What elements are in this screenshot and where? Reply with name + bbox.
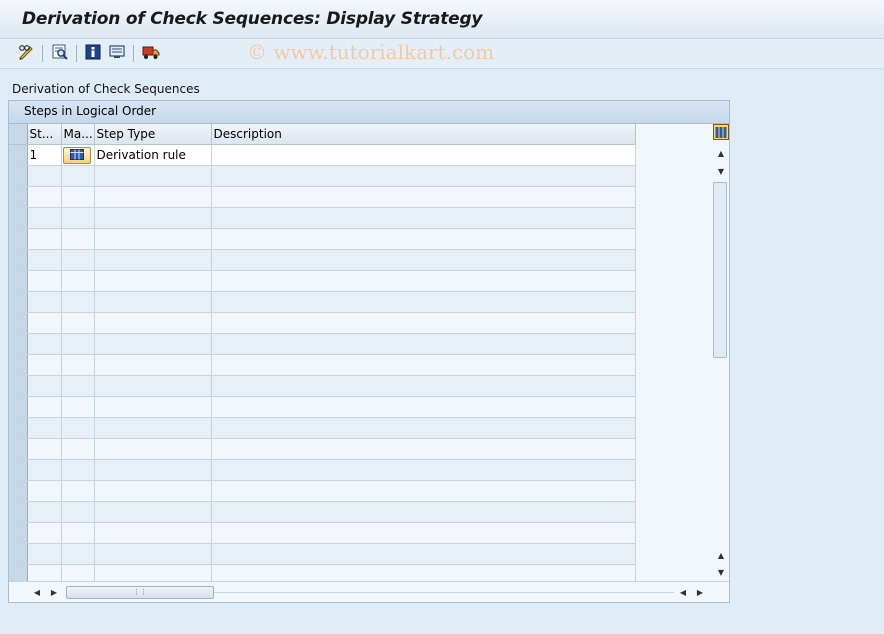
row-selector[interactable] [9,186,28,208]
column-header-maintain[interactable]: Ma... [61,124,95,145]
scroll-up-button[interactable]: ▲ [713,146,729,160]
row-selector[interactable] [9,396,28,418]
row-selector[interactable] [9,249,28,271]
row-selector[interactable] [9,312,28,334]
arrow-up-icon: ▲ [717,550,725,560]
arrow-right-icon: ▶ [696,587,704,597]
table-row[interactable] [9,186,636,208]
row-selector[interactable] [9,207,28,229]
toolbar-separator [76,45,77,62]
table-row[interactable] [9,270,636,292]
table-row[interactable] [9,165,636,187]
table-row[interactable] [9,438,636,460]
row-selector[interactable] [9,501,28,523]
arrow-left-icon: ◀ [679,587,687,597]
transport-button[interactable] [141,43,161,63]
cell-maintain [61,144,95,166]
row-selector[interactable] [9,417,28,439]
title-bar: Derivation of Check Sequences: Display S… [0,0,884,39]
vertical-scroll-thumb[interactable] [713,182,727,358]
table-row[interactable] [9,207,636,229]
info-button[interactable] [83,43,103,63]
display-screen-icon [108,43,126,64]
table-row[interactable] [9,522,636,544]
table-row[interactable] [9,333,636,355]
table-row[interactable] [9,501,636,523]
arrow-left-icon: ◀ [33,587,41,597]
scroll-page-up-button[interactable]: ▲ [713,548,729,562]
table-grid-icon [69,148,84,163]
panel-title-bar: Steps in Logical Order [9,101,729,124]
table-row[interactable] [9,459,636,481]
cell-step-type[interactable]: Derivation rule [94,144,212,166]
row-selector[interactable] [9,165,28,187]
truck-icon [142,43,160,64]
table-row[interactable] [9,291,636,313]
row-selector[interactable] [9,438,28,460]
row-selector[interactable] [9,522,28,544]
display-button[interactable] [107,43,127,63]
row-selector[interactable] [9,144,28,166]
row-selector[interactable] [9,270,28,292]
cell-step[interactable]: 1 [27,144,62,166]
horizontal-scroll-thumb[interactable]: ⋮⋮ [66,586,214,599]
table-row[interactable] [9,354,636,376]
scroll-far-left-button[interactable]: ◀ [675,585,691,599]
toolbar-separator [42,45,43,62]
arrow-right-icon: ▶ [50,587,58,597]
change-button[interactable] [16,43,36,63]
table-row[interactable] [9,417,636,439]
steps-table-panel: Steps in Logical Order St... Ma... Step … [8,100,730,603]
column-header-description[interactable]: Description [211,124,636,145]
toolbar-separator [133,45,134,62]
arrow-down-icon: ▼ [717,166,725,176]
select-all-cell[interactable] [9,124,28,145]
vertical-scrollbar[interactable]: ▲ ▼ ▲ ▼ [712,124,729,579]
cell-description[interactable] [211,144,636,166]
row-selector[interactable] [9,291,28,313]
steps-table: St... Ma... Step Type Description 1 Deri… [9,124,636,585]
info-icon [84,43,102,64]
table-row[interactable] [9,480,636,502]
table-row[interactable] [9,396,636,418]
row-selector[interactable] [9,543,28,565]
row-selector[interactable] [9,480,28,502]
scroll-left-button[interactable]: ◀ [29,585,45,599]
window-title: Derivation of Check Sequences: Display S… [22,9,483,29]
horizontal-scrollbar[interactable]: ◀ ▶ ⋮⋮ ◀ ▶ [9,581,729,602]
row-selector[interactable] [9,333,28,355]
panel-title: Steps in Logical Order [24,104,157,118]
scroll-far-right-button[interactable]: ▶ [692,585,708,599]
arrow-up-icon: ▲ [717,148,725,158]
row-selector[interactable] [9,375,28,397]
row-selector[interactable] [9,459,28,481]
table-row[interactable] [9,312,636,334]
scroll-page-down-button[interactable]: ▼ [713,565,729,579]
table-row[interactable] [9,543,636,565]
section-label: Derivation of Check Sequences [12,82,200,96]
row-selector[interactable] [9,228,28,250]
column-settings-button[interactable] [713,124,729,142]
find-icon [51,43,69,64]
maintain-button[interactable] [62,147,91,164]
scroll-track [214,592,674,593]
arrow-down-icon: ▼ [717,567,725,577]
table-row[interactable] [9,228,636,250]
row-selector[interactable] [9,354,28,376]
scroll-right-button[interactable]: ▶ [46,585,62,599]
find-button[interactable] [50,43,70,63]
table-row[interactable] [9,375,636,397]
table-header-row: St... Ma... Step Type Description [9,124,636,145]
pencil-glasses-icon [17,43,35,64]
table-row[interactable] [9,249,636,271]
table-row[interactable]: 1 Derivation rule [9,144,636,166]
column-header-step-type[interactable]: Step Type [94,124,212,145]
column-layout-icon [713,124,729,142]
watermark-text: © www.tutorialkart.com [247,40,495,64]
column-header-step[interactable]: St... [27,124,62,145]
scroll-down-button[interactable]: ▼ [713,164,729,178]
